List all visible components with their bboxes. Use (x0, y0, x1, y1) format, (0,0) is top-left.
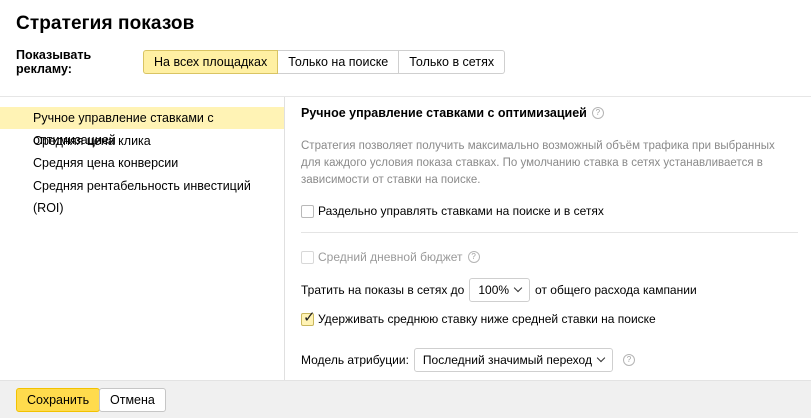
help-icon[interactable]: ? (591, 107, 604, 119)
strategy-panel: Ручное управление ставками с оптимизацие… (0, 96, 811, 381)
strategy-item-avg-cpc[interactable]: Средняя цена клика (0, 130, 284, 152)
show-ads-label: Показывать рекламу: (16, 48, 92, 76)
separate-bids-label: Раздельно управлять ставками на поиске и… (318, 204, 604, 218)
network-spend-suffix: от общего расхода кампании (535, 283, 697, 297)
dialog-footer: Сохранить Отмена (0, 380, 811, 418)
cancel-button[interactable]: Отмена (99, 388, 166, 412)
strategy-list: Ручное управление ставками с оптимизацие… (0, 97, 285, 381)
network-spend-value: 100% (478, 283, 510, 297)
keep-avg-bid-checkbox[interactable] (301, 308, 316, 326)
network-spend-prefix: Тратить на показы в сетях до (301, 283, 465, 297)
attribution-label: Модель атрибуции: (301, 353, 409, 367)
show-ads-option-search[interactable]: Только на поиске (278, 50, 400, 74)
daily-budget-row: Средний дневной бюджет ? (301, 250, 480, 264)
strategy-item-avg-roi[interactable]: Средняя рентабельность инвестиций (ROI) (0, 175, 284, 215)
strategy-description: Стратегия позволяет получить максимально… (301, 140, 775, 186)
attribution-row: Модель атрибуции: Последний значимый пер… (301, 348, 635, 372)
show-ads-row: Показывать рекламу: На всех площадках То… (16, 48, 506, 76)
chevron-down-icon (596, 353, 606, 363)
strategy-details-title: Ручное управление ставками с оптимизацие… (301, 106, 587, 120)
help-icon[interactable]: ? (622, 354, 635, 366)
daily-budget-checkbox (301, 250, 314, 264)
save-button[interactable]: Сохранить (16, 388, 101, 412)
network-spend-row: Тратить на показы в сетях до 100% от общ… (301, 278, 697, 302)
strategy-details: Ручное управление ставками с оптимизацие… (301, 97, 801, 381)
attribution-select[interactable]: Последний значимый переход (413, 348, 613, 372)
strategy-item-avg-cpa[interactable]: Средняя цена конверсии (0, 152, 284, 174)
dialog-title: Стратегия показов (16, 13, 195, 34)
strategy-details-title-row: Ручное управление ставками с оптимизацие… (301, 106, 604, 120)
show-ads-segmented-control: На всех площадках Только на поиске Тольк… (143, 50, 506, 74)
keep-avg-bid-row[interactable]: Удерживать среднюю ставку ниже средней с… (301, 308, 656, 326)
separate-bids-checkbox[interactable] (301, 204, 314, 218)
section-divider (301, 232, 798, 233)
show-ads-option-all[interactable]: На всех площадках (143, 50, 279, 74)
network-spend-select[interactable]: 100% (469, 278, 531, 302)
help-icon[interactable]: ? (467, 251, 480, 263)
daily-budget-label: Средний дневной бюджет (318, 250, 463, 264)
strategy-item-manual-optimized[interactable]: Ручное управление ставками с оптимизацие… (0, 107, 284, 147)
separate-bids-row[interactable]: Раздельно управлять ставками на поиске и… (301, 204, 604, 218)
keep-avg-bid-label: Удерживать среднюю ставку ниже средней с… (318, 312, 656, 326)
chevron-down-icon (513, 283, 523, 293)
show-ads-option-networks[interactable]: Только в сетях (399, 50, 506, 74)
attribution-value: Последний значимый переход (422, 353, 592, 367)
